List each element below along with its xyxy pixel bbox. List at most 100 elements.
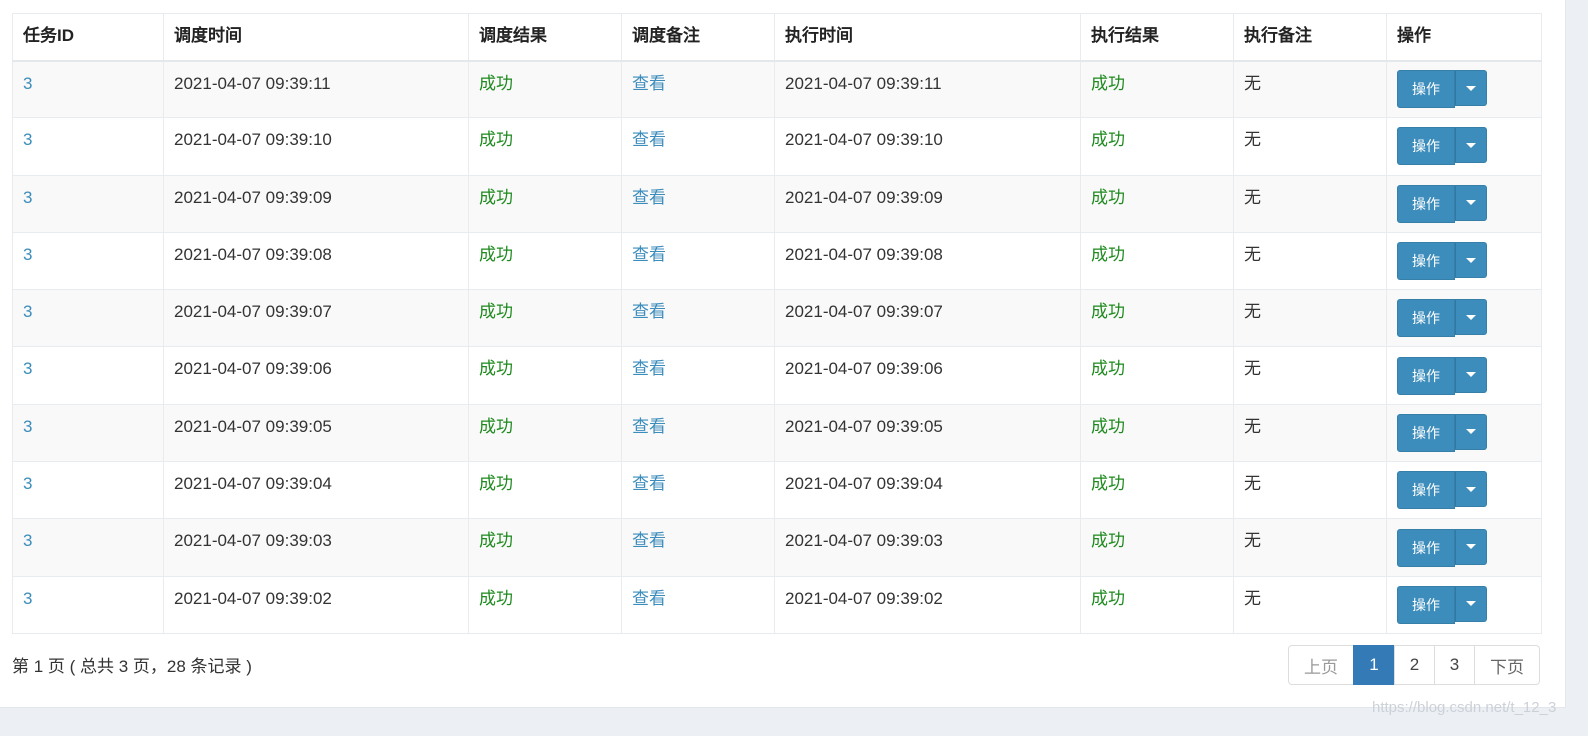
exec-time-cell: 2021-04-07 09:39:03 xyxy=(774,518,1081,577)
caret-down-icon xyxy=(1466,544,1476,550)
table-row: 3 2021-04-07 09:39:02 成功 查看 2021-04-07 09:39… xyxy=(12,575,1542,634)
trigger-note-view-link[interactable]: 查看 xyxy=(632,531,666,550)
caret-down-icon xyxy=(1466,85,1476,91)
table-row: 3 2021-04-07 09:39:03 成功 查看 2021-04-07 09:39… xyxy=(12,518,1542,577)
trigger-result-status: 成功 xyxy=(479,187,513,207)
task-id-link[interactable]: 3 xyxy=(23,531,32,550)
action-button-group: 操作 xyxy=(1397,70,1487,109)
action-dropdown-toggle[interactable] xyxy=(1455,127,1487,164)
header-exec-note[interactable]: 执行备注 xyxy=(1233,13,1387,62)
page-button-2[interactable]: 2 xyxy=(1394,645,1435,685)
exec-time-cell: 2021-04-07 09:39:06 xyxy=(774,346,1081,405)
trigger-note-view-link[interactable]: 查看 xyxy=(632,130,666,149)
table-row: 3 2021-04-07 09:39:10 成功 查看 2021-04-07 09:39… xyxy=(12,117,1542,176)
trigger-result-status: 成功 xyxy=(479,244,513,264)
header-trigger-note[interactable]: 调度备注 xyxy=(621,13,775,62)
action-button[interactable]: 操作 xyxy=(1397,242,1455,281)
exec-result-status: 成功 xyxy=(1091,588,1125,608)
trigger-note-view-link[interactable]: 查看 xyxy=(632,245,666,264)
task-id-link[interactable]: 3 xyxy=(23,417,32,436)
task-id-link[interactable]: 3 xyxy=(23,245,32,264)
action-button[interactable]: 操作 xyxy=(1397,184,1455,223)
trigger-time-cell: 2021-04-07 09:39:02 xyxy=(163,575,469,634)
action-button-group: 操作 xyxy=(1397,356,1487,395)
caret-down-icon xyxy=(1466,372,1476,378)
prev-page-button[interactable]: 上页 xyxy=(1288,645,1354,685)
trigger-note-view-link[interactable]: 查看 xyxy=(632,302,666,321)
action-button[interactable]: 操作 xyxy=(1397,471,1455,510)
action-button-group: 操作 xyxy=(1397,127,1487,166)
action-button-group: 操作 xyxy=(1397,471,1487,510)
page-scrollbar-area xyxy=(1566,0,1588,736)
trigger-note-view-link[interactable]: 查看 xyxy=(632,417,666,436)
header-task-id[interactable]: 任务ID xyxy=(12,13,164,62)
table-row: 3 2021-04-07 09:39:11 成功 查看 2021-04-07 09:39… xyxy=(12,59,1542,119)
trigger-result-status: 成功 xyxy=(479,73,513,93)
task-id-link[interactable]: 3 xyxy=(23,359,32,378)
exec-note-cell: 无 xyxy=(1233,403,1387,463)
page-button-3[interactable]: 3 xyxy=(1434,645,1475,685)
task-id-link[interactable]: 3 xyxy=(23,130,32,149)
task-id-link[interactable]: 3 xyxy=(23,302,32,321)
caret-down-icon xyxy=(1466,200,1476,206)
table-row: 3 2021-04-07 09:39:08 成功 查看 2021-04-07 09:39… xyxy=(12,231,1542,291)
trigger-result-status: 成功 xyxy=(479,531,513,551)
exec-note-cell: 无 xyxy=(1233,518,1387,577)
caret-down-icon xyxy=(1466,314,1476,320)
action-button[interactable]: 操作 xyxy=(1397,299,1455,338)
action-dropdown-toggle[interactable] xyxy=(1455,585,1487,622)
action-button-group: 操作 xyxy=(1397,528,1487,567)
header-exec-time[interactable]: 执行时间 xyxy=(774,13,1081,62)
trigger-note-view-link[interactable]: 查看 xyxy=(632,474,666,493)
exec-time-cell: 2021-04-07 09:39:10 xyxy=(774,117,1081,176)
exec-time-cell: 2021-04-07 09:39:04 xyxy=(774,461,1081,520)
task-id-link[interactable]: 3 xyxy=(23,474,32,493)
action-button[interactable]: 操作 xyxy=(1397,70,1455,109)
action-button[interactable]: 操作 xyxy=(1397,356,1455,395)
trigger-time-cell: 2021-04-07 09:39:03 xyxy=(163,518,469,577)
action-dropdown-toggle[interactable] xyxy=(1455,299,1487,336)
task-id-link[interactable]: 3 xyxy=(23,74,32,93)
action-button-group: 操作 xyxy=(1397,299,1487,338)
caret-down-icon xyxy=(1466,486,1476,492)
content-panel: 任务ID 调度时间 调度结果 调度备注 执行时间 执行结果 执行备注 操作 32… xyxy=(0,0,1566,708)
trigger-note-view-link[interactable]: 查看 xyxy=(632,188,666,207)
action-dropdown-toggle[interactable] xyxy=(1455,356,1487,393)
task-id-link[interactable]: 3 xyxy=(23,589,32,608)
trigger-note-view-link[interactable]: 查看 xyxy=(632,589,666,608)
action-dropdown-toggle[interactable] xyxy=(1455,184,1487,221)
action-dropdown-toggle[interactable] xyxy=(1455,242,1487,279)
header-trigger-time[interactable]: 调度时间 xyxy=(163,13,469,62)
exec-result-status: 成功 xyxy=(1091,187,1125,207)
exec-time-cell: 2021-04-07 09:39:09 xyxy=(774,174,1081,233)
trigger-time-cell: 2021-04-07 09:39:07 xyxy=(163,289,469,348)
trigger-note-view-link[interactable]: 查看 xyxy=(632,359,666,378)
exec-note-cell: 无 xyxy=(1233,117,1387,176)
caret-down-icon xyxy=(1466,429,1476,435)
action-button-group: 操作 xyxy=(1397,184,1487,223)
trigger-time-cell: 2021-04-07 09:39:09 xyxy=(163,174,469,233)
action-button[interactable]: 操作 xyxy=(1397,585,1455,624)
action-button[interactable]: 操作 xyxy=(1397,413,1455,452)
action-dropdown-toggle[interactable] xyxy=(1455,413,1487,450)
trigger-result-status: 成功 xyxy=(479,416,513,436)
header-exec-result[interactable]: 执行结果 xyxy=(1080,13,1234,62)
trigger-result-status: 成功 xyxy=(479,302,513,322)
action-dropdown-toggle[interactable] xyxy=(1455,471,1487,508)
job-log-table: 任务ID 调度时间 调度结果 调度备注 执行时间 执行结果 执行备注 操作 3 2… xyxy=(12,13,1542,634)
action-button[interactable]: 操作 xyxy=(1397,127,1455,166)
action-dropdown-toggle[interactable] xyxy=(1455,528,1487,565)
action-button[interactable]: 操作 xyxy=(1397,528,1455,567)
trigger-note-view-link[interactable]: 查看 xyxy=(632,74,666,93)
trigger-result-status: 成功 xyxy=(479,359,513,379)
header-trigger-result[interactable]: 调度结果 xyxy=(468,13,622,62)
watermark: https://blog.csdn.net/t_12_3 xyxy=(1372,699,1557,716)
next-page-button[interactable]: 下页 xyxy=(1474,645,1540,685)
action-dropdown-toggle[interactable] xyxy=(1455,70,1487,107)
page-button-1[interactable]: 1 xyxy=(1353,645,1395,685)
table-header-row: 任务ID 调度时间 调度结果 调度备注 执行时间 执行结果 执行备注 操作 xyxy=(12,13,1542,62)
header-action: 操作 xyxy=(1386,13,1542,62)
task-id-link[interactable]: 3 xyxy=(23,188,32,207)
exec-result-status: 成功 xyxy=(1091,302,1125,322)
exec-result-status: 成功 xyxy=(1091,474,1125,494)
